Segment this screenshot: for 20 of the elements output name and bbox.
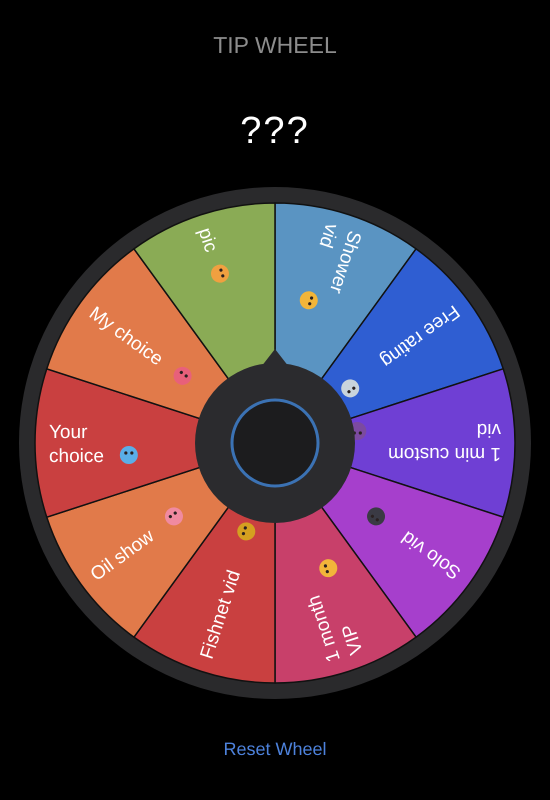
spin-button[interactable] xyxy=(230,398,320,488)
emoji-icon xyxy=(210,264,229,283)
emoji-icon xyxy=(367,507,386,526)
emoji-icon xyxy=(300,291,318,310)
emoji-icon xyxy=(120,446,138,464)
emoji-icon xyxy=(341,379,360,398)
emoji-icon xyxy=(164,507,183,526)
segment-label: Your choice xyxy=(49,422,104,467)
segment-label: Fishnet vid xyxy=(196,568,245,662)
segment-label: 1 month VIP xyxy=(304,592,368,664)
segment-label: Shower vid xyxy=(314,220,365,296)
result-text: ??? xyxy=(240,109,310,153)
segment-label: Solo vid xyxy=(398,526,465,584)
emoji-icon xyxy=(237,522,256,540)
emoji-icon xyxy=(319,559,338,578)
emoji-icon xyxy=(174,366,192,385)
reset-wheel-link[interactable]: Reset Wheel xyxy=(219,737,331,762)
segment-label: pic xyxy=(194,225,222,255)
wheel-title: TIP WHEEL xyxy=(213,31,337,59)
segment-label: 1 min custom vid xyxy=(388,419,501,464)
